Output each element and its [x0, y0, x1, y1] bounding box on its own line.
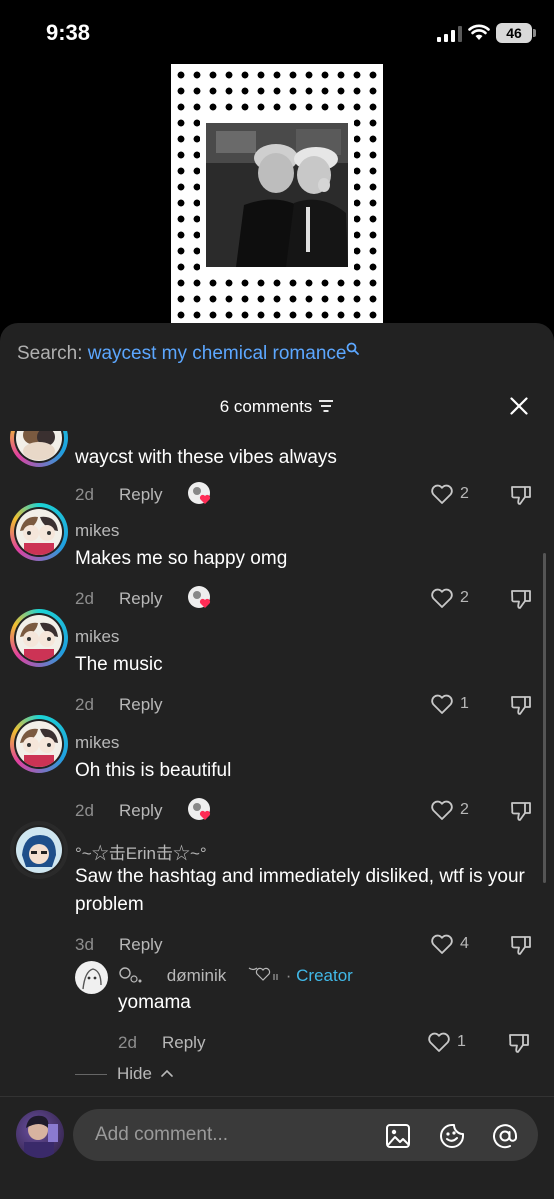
like-count: 1 — [460, 695, 469, 712]
battery-indicator: 46 — [496, 23, 536, 43]
avatar[interactable] — [10, 431, 68, 467]
hide-label: Hide — [117, 1064, 152, 1083]
comment-text: The music — [75, 654, 163, 675]
cellular-signal-icon — [437, 26, 462, 42]
comment-text: Makes me so happy omg — [75, 548, 288, 569]
search-suggestion[interactable]: Search: waycest my chemical romance — [17, 342, 360, 365]
comment-username[interactable]: mikes — [75, 521, 119, 541]
comments-count-header[interactable]: 6 comments — [0, 397, 554, 417]
my-avatar[interactable] — [16, 1110, 64, 1158]
like-button[interactable]: 2 — [430, 587, 469, 611]
status-time: 9:38 — [46, 20, 91, 45]
comment-username[interactable]: °~☆击Erin击☆~° — [75, 839, 207, 864]
heart-outline-icon — [431, 800, 453, 820]
dislike-icon[interactable] — [510, 588, 532, 610]
wifi-icon — [468, 24, 490, 40]
creator-liked-icon — [188, 482, 211, 504]
heart-outline-icon — [431, 934, 453, 954]
hide-replies-button[interactable]: Hide — [75, 1064, 174, 1084]
dislike-icon[interactable] — [510, 934, 532, 956]
creator-label: Creator — [296, 966, 353, 985]
like-button[interactable]: 4 — [430, 933, 469, 957]
scrollbar[interactable] — [543, 553, 546, 883]
like-count: 1 — [457, 1033, 466, 1050]
reply-avatar[interactable] — [75, 961, 108, 994]
search-term-link[interactable]: waycest my chemical romance — [88, 343, 347, 364]
reply-button[interactable]: Reply — [119, 935, 162, 955]
comment-text: Saw the hashtag and immediately disliked… — [75, 866, 525, 915]
dislike-icon[interactable] — [510, 800, 532, 822]
close-icon[interactable] — [510, 397, 528, 415]
like-count: 2 — [460, 589, 469, 606]
search-prefix: Search: — [17, 343, 83, 364]
dot-separator: · — [285, 966, 292, 985]
reply-button[interactable]: Reply — [119, 485, 162, 505]
comment-age: 2d — [75, 801, 94, 820]
like-count: 4 — [460, 935, 469, 952]
reply-button[interactable]: Reply — [119, 589, 162, 609]
comment-age: 3d — [75, 935, 94, 954]
reply-username-row[interactable]: døminik · Creator — [118, 965, 353, 986]
avatar[interactable] — [10, 715, 68, 773]
comments-list[interactable]: waycst with these vibes always 2d Reply … — [0, 431, 554, 1096]
dislike-icon[interactable] — [508, 1032, 530, 1054]
reply-text: yomama — [118, 992, 191, 1013]
like-count: 2 — [460, 485, 469, 502]
reply-button[interactable]: Reply — [119, 695, 162, 715]
heart-decoration-icon — [248, 967, 278, 981]
dislike-icon[interactable] — [510, 484, 532, 506]
comment-input[interactable] — [95, 1109, 375, 1161]
sticker-icon[interactable] — [438, 1122, 466, 1150]
dislike-icon[interactable] — [510, 694, 532, 716]
search-icon — [347, 342, 360, 355]
status-bar: 9:38 46 — [0, 0, 554, 62]
heart-outline-icon — [431, 484, 453, 504]
heart-outline-icon — [428, 1032, 450, 1052]
reply-button[interactable]: Reply — [119, 801, 162, 821]
comments-count: 6 comments — [219, 397, 313, 416]
chevron-up-icon — [160, 1069, 173, 1077]
comment-text: waycst with these vibes always — [75, 447, 337, 468]
video-thumbnail[interactable] — [171, 64, 383, 326]
image-icon[interactable] — [384, 1122, 412, 1150]
reply-age: 2d — [118, 1033, 137, 1052]
like-count: 2 — [460, 801, 469, 818]
like-button[interactable]: 1 — [427, 1031, 466, 1055]
avatar[interactable] — [10, 503, 68, 561]
bubbles-icon — [119, 967, 142, 983]
comment-username[interactable]: mikes — [75, 733, 119, 753]
at-icon[interactable] — [491, 1122, 519, 1150]
like-button[interactable]: 2 — [430, 483, 469, 507]
photo-frame — [200, 118, 354, 272]
creator-liked-icon — [188, 586, 211, 608]
heart-outline-icon — [431, 588, 453, 608]
comments-panel: Search: waycest my chemical romance 6 co… — [0, 323, 554, 1199]
like-button[interactable]: 2 — [430, 799, 469, 823]
reply-button[interactable]: Reply — [162, 1033, 205, 1053]
comment-input-field[interactable] — [73, 1109, 538, 1161]
avatar[interactable] — [10, 609, 68, 667]
avatar[interactable] — [10, 821, 68, 879]
video-photo — [206, 123, 348, 267]
comment-age: 2d — [75, 695, 94, 714]
like-button[interactable]: 1 — [430, 693, 469, 717]
comment-age: 2d — [75, 485, 94, 504]
divider — [75, 1074, 107, 1076]
comment-age: 2d — [75, 589, 94, 608]
creator-liked-icon — [188, 798, 211, 820]
comment-composer — [0, 1096, 554, 1199]
reply-username: døminik — [166, 966, 227, 985]
heart-outline-icon — [431, 694, 453, 714]
comment-text: Oh this is beautiful — [75, 760, 232, 781]
comment-username[interactable]: mikes — [75, 627, 119, 647]
filter-icon[interactable] — [318, 399, 334, 413]
